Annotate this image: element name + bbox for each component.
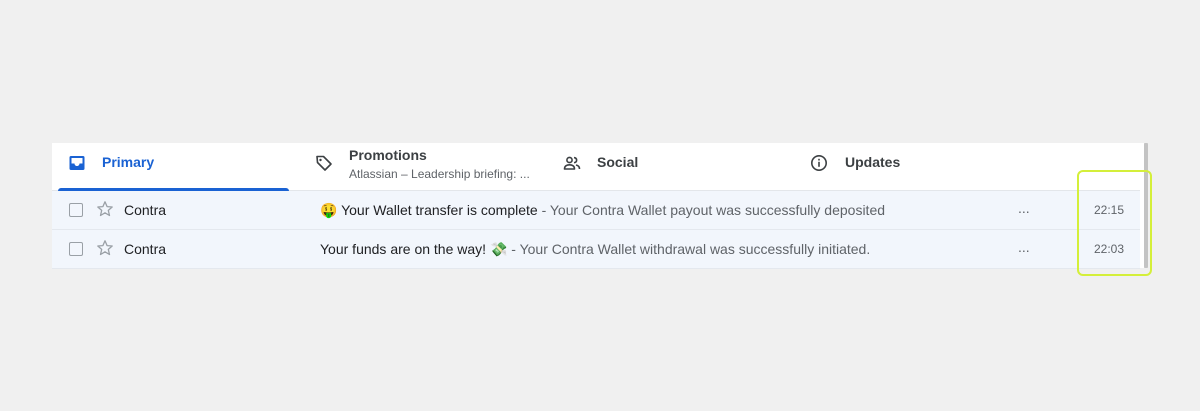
email-content: 🤑 Your Wallet transfer is complete - You… xyxy=(320,202,885,219)
email-snippet: - Your Contra Wallet withdrawal was succ… xyxy=(507,241,871,257)
sender-name: Contra xyxy=(124,241,167,257)
more-actions[interactable]: ... xyxy=(1018,200,1030,216)
tab-primary[interactable]: Primary xyxy=(58,143,290,191)
time-column-highlight xyxy=(1077,170,1152,276)
people-icon xyxy=(563,156,581,170)
select-checkbox[interactable] xyxy=(69,203,83,217)
tab-social-label: Social xyxy=(597,154,639,170)
inbox-icon xyxy=(69,156,85,170)
inbox-panel: Primary Promotions Atlassian – Leadershi… xyxy=(52,143,1144,269)
select-checkbox[interactable] xyxy=(69,242,83,256)
tab-primary-label: Primary xyxy=(102,154,155,170)
tab-updates[interactable]: Updates xyxy=(804,143,1044,190)
email-row[interactable]: Contra Your funds are on the way! 💸 - Yo… xyxy=(52,230,1140,269)
tab-promotions-preview: Atlassian – Leadership briefing: ... xyxy=(349,167,530,181)
email-row[interactable]: Contra 🤑 Your Wallet transfer is complet… xyxy=(52,191,1140,230)
money-face-emoji: 🤑 xyxy=(320,202,338,218)
email-snippet: - Your Contra Wallet payout was successf… xyxy=(537,202,886,218)
info-icon xyxy=(811,155,827,171)
tab-social[interactable]: Social xyxy=(557,143,797,190)
category-tabs: Primary Promotions Atlassian – Leadershi… xyxy=(52,143,1140,191)
money-wings-emoji: 💸 xyxy=(489,241,508,257)
more-actions[interactable]: ... xyxy=(1018,239,1030,255)
tag-icon xyxy=(316,155,332,171)
tab-updates-label: Updates xyxy=(845,154,901,170)
email-subject: Your Wallet transfer is complete xyxy=(341,202,538,218)
sender-name: Contra xyxy=(124,202,167,218)
tab-promotions-label: Promotions xyxy=(349,147,427,163)
tab-promotions[interactable]: Promotions Atlassian – Leadership briefi… xyxy=(307,143,547,190)
email-subject: Your funds are on the way! xyxy=(320,241,487,257)
star-icon[interactable] xyxy=(96,200,114,218)
star-icon[interactable] xyxy=(96,239,114,257)
email-content: Your funds are on the way! 💸 - Your Cont… xyxy=(320,241,870,258)
